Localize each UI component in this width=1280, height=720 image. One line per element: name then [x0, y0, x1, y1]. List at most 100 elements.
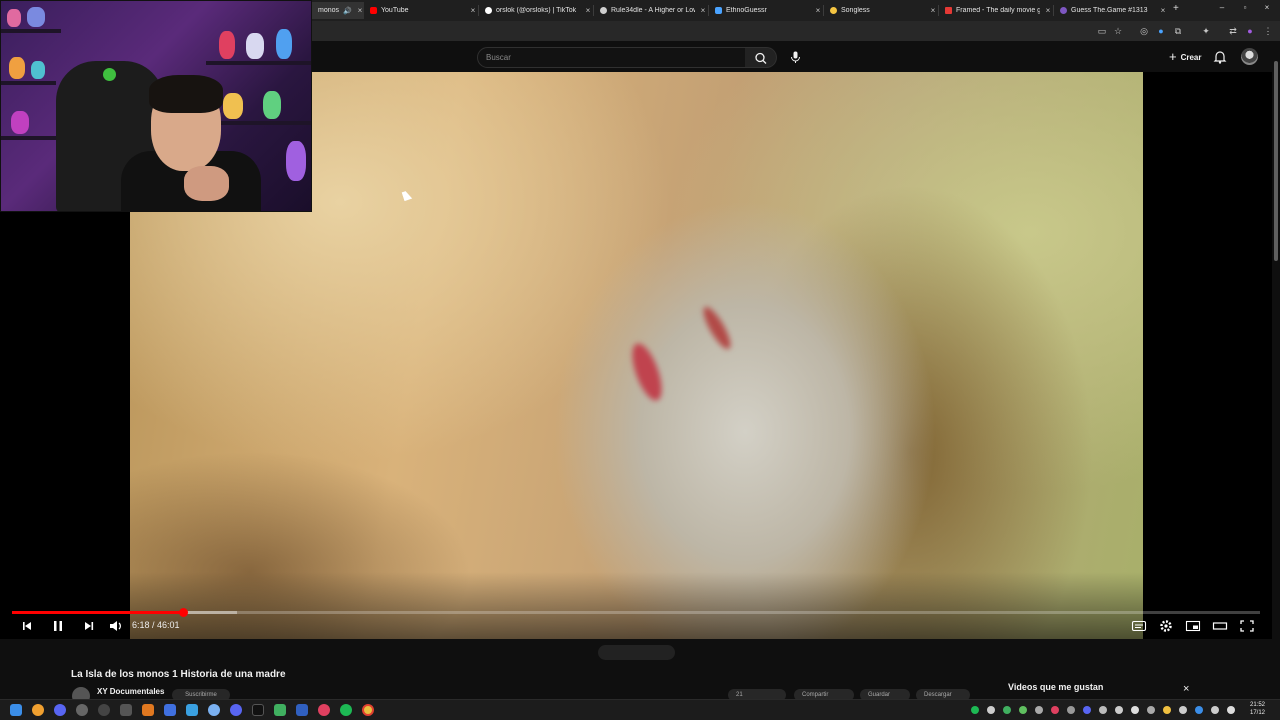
- app-icon[interactable]: [76, 704, 88, 716]
- extension-icon[interactable]: ◎: [1138, 25, 1150, 37]
- plus-icon: +: [1169, 49, 1177, 64]
- minimize-button[interactable]: –: [1216, 3, 1228, 12]
- create-button[interactable]: + Crear: [1163, 49, 1208, 65]
- progress-scrubber[interactable]: [178, 608, 188, 617]
- tab-youtube[interactable]: YouTube ×: [364, 2, 477, 19]
- tray-icon[interactable]: [1019, 706, 1027, 714]
- browser-menu-icon[interactable]: ⋮: [1262, 25, 1274, 37]
- voice-search-button[interactable]: [785, 47, 806, 68]
- notifications-button[interactable]: [1212, 49, 1228, 65]
- tab-tiktok[interactable]: orslok (@orsloks) | TikTok ×: [479, 2, 592, 19]
- progress-bar[interactable]: [12, 608, 1260, 617]
- tiktok-icon[interactable]: [252, 704, 264, 716]
- app-icon[interactable]: [164, 704, 176, 716]
- tab-close-icon[interactable]: ×: [699, 6, 707, 15]
- figure: [11, 111, 29, 134]
- screen: monos 1 Hi 🔊 × YouTube × orslok (@orslok…: [0, 0, 1280, 720]
- page-scrollbar[interactable]: [1272, 41, 1280, 699]
- fullscreen-icon: [1240, 620, 1254, 632]
- streamer-hair: [149, 75, 223, 113]
- tab-rule34dle[interactable]: Rule34dle - A Higher or Lower ×: [594, 2, 707, 19]
- battery-icon[interactable]: [1227, 706, 1235, 714]
- tray-icon[interactable]: [1163, 706, 1171, 714]
- figure: [9, 57, 25, 79]
- new-tab-button[interactable]: +: [1173, 3, 1179, 14]
- framed-icon: [945, 7, 952, 14]
- tray-icon[interactable]: [1083, 706, 1091, 714]
- tray-icon[interactable]: [987, 706, 995, 714]
- app-icon[interactable]: [318, 704, 330, 716]
- volume-icon[interactable]: [1211, 706, 1219, 714]
- tab-close-icon[interactable]: ×: [584, 6, 592, 15]
- spotify-icon[interactable]: [340, 704, 352, 716]
- volume-button[interactable]: [108, 619, 124, 633]
- pause-button[interactable]: [50, 619, 66, 633]
- tab-guess-the-game[interactable]: Guess The.Game #1313 ×: [1054, 2, 1167, 19]
- channel-name[interactable]: XY Documentales: [97, 687, 164, 696]
- sidebar-icon[interactable]: ⇄: [1227, 25, 1239, 37]
- tray-icon[interactable]: [971, 706, 979, 714]
- tray-icon[interactable]: [1195, 706, 1203, 714]
- figure: [246, 33, 264, 59]
- tray-icon[interactable]: [1035, 706, 1043, 714]
- subtitles-button[interactable]: [1131, 619, 1147, 633]
- tab-songless[interactable]: Songless ×: [824, 2, 937, 19]
- maximize-button[interactable]: ▫: [1239, 3, 1251, 12]
- app-icon[interactable]: [208, 704, 220, 716]
- pin-icon[interactable]: ✦: [1200, 25, 1212, 37]
- system-clock[interactable]: 21:52 17/12: [1250, 701, 1265, 717]
- fullscreen-button[interactable]: [1239, 619, 1255, 633]
- windows-start-icon[interactable]: [10, 704, 22, 716]
- app-icon[interactable]: [296, 704, 308, 716]
- app-icon[interactable]: [274, 704, 286, 716]
- close-window-button[interactable]: ×: [1261, 3, 1273, 12]
- theater-mode-button[interactable]: [1212, 619, 1228, 633]
- extension-blue-icon[interactable]: ●: [1155, 25, 1167, 37]
- tray-icon[interactable]: [1115, 706, 1123, 714]
- app-icon[interactable]: [120, 704, 132, 716]
- tab-framed[interactable]: Framed - The daily movie guess ×: [939, 2, 1052, 19]
- install-app-icon[interactable]: ▭: [1096, 25, 1108, 37]
- next-button[interactable]: [81, 619, 97, 633]
- search-icon[interactable]: [32, 704, 44, 716]
- profile-icon[interactable]: ●: [1244, 25, 1256, 37]
- tab-close-icon[interactable]: ×: [356, 6, 364, 15]
- tray-icon[interactable]: [1051, 706, 1059, 714]
- youtube-icon: [370, 7, 377, 14]
- search-button[interactable]: [745, 47, 777, 68]
- tab-label: Framed - The daily movie guess: [956, 7, 1040, 14]
- tab-label: Rule34dle - A Higher or Lower: [611, 7, 695, 14]
- tray-icon[interactable]: [1067, 706, 1075, 714]
- scrollbar-thumb[interactable]: [1274, 61, 1278, 261]
- tab-active-video[interactable]: monos 1 Hi 🔊 ×: [312, 2, 364, 19]
- settings-button[interactable]: [1158, 619, 1174, 633]
- tab-close-icon[interactable]: ×: [929, 6, 937, 15]
- app-icon[interactable]: [142, 704, 154, 716]
- previous-button[interactable]: [19, 619, 35, 633]
- tray-icon[interactable]: [1003, 706, 1011, 714]
- app-icon[interactable]: [98, 704, 110, 716]
- tab-close-icon[interactable]: ×: [469, 6, 477, 15]
- telegram-icon[interactable]: [186, 704, 198, 716]
- app-icon[interactable]: [54, 704, 66, 716]
- search-input[interactable]: [486, 48, 736, 67]
- tab-close-icon[interactable]: ×: [1159, 6, 1167, 15]
- tab-close-icon[interactable]: ×: [1044, 6, 1052, 15]
- chat-pill[interactable]: [598, 645, 675, 660]
- tab-close-icon[interactable]: ×: [814, 6, 822, 15]
- network-icon[interactable]: [1179, 706, 1187, 714]
- tray-icon[interactable]: [1099, 706, 1107, 714]
- figure: [31, 61, 45, 79]
- clock-time: 21:52: [1250, 702, 1266, 708]
- discord-icon[interactable]: [230, 704, 242, 716]
- tab-ethnoguessr[interactable]: EthnoGuessr ×: [709, 2, 822, 19]
- chrome-icon[interactable]: [362, 704, 374, 716]
- miniplayer-button[interactable]: [1185, 619, 1201, 633]
- tray-icon[interactable]: [1147, 706, 1155, 714]
- guessthegame-icon: [1060, 7, 1067, 14]
- tray-icon[interactable]: [1131, 706, 1139, 714]
- extensions-puzzle-icon[interactable]: ⧉: [1172, 25, 1184, 37]
- account-avatar[interactable]: [1241, 48, 1258, 65]
- bookmark-star-icon[interactable]: ☆: [1112, 25, 1124, 37]
- close-icon[interactable]: ×: [1183, 683, 1189, 695]
